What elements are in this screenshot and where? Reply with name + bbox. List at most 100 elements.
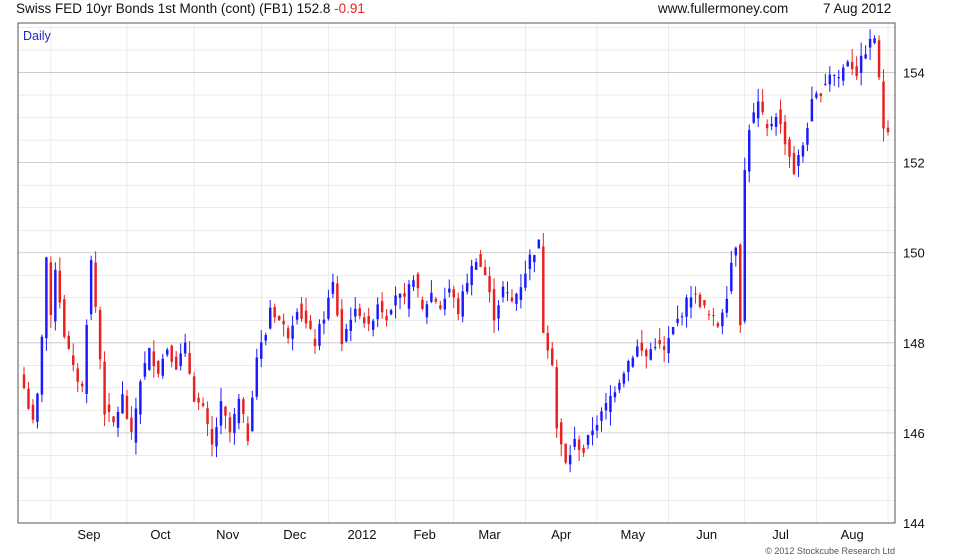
x-tick-label: Sep [77,527,100,542]
candle-body [80,383,84,387]
candle-body [139,381,142,415]
candle-body [264,334,267,341]
candle-body [362,317,366,324]
candle-body [667,338,670,354]
candle-body [197,397,200,403]
candle-body [524,273,527,288]
candle-body [640,342,644,351]
candle-body [519,287,523,300]
candle-body [304,310,308,324]
candle-body [206,408,209,424]
candle-body [286,328,290,339]
candle-body [228,417,232,433]
candle-body [170,345,173,362]
candle-body [416,273,420,289]
x-tick-label: 2012 [348,527,377,542]
y-tick-label: 150 [903,246,925,261]
candle-body [774,116,778,127]
x-tick-label: Aug [841,527,864,542]
candle-body [788,139,791,157]
candle-body [528,254,532,269]
candle-body [631,357,635,367]
candle-body [224,406,227,416]
candle-body [412,280,415,288]
candle-body [143,363,147,377]
candle-body [398,293,402,298]
candle-body [600,411,603,421]
y-tick-label: 152 [903,156,925,171]
candle-body [703,299,706,306]
candle-body [22,374,26,388]
candle-body [591,430,594,436]
candle-body [662,346,666,351]
candle-body [76,368,79,382]
candle-body [174,356,178,370]
candle-body [322,319,326,324]
candle-body [797,154,800,166]
candle-body [380,301,384,313]
candle-body [559,422,563,445]
candle-body [215,427,218,447]
candle-body [685,297,688,317]
copyright: © 2012 Stockcube Research Ltd [765,546,895,556]
candle-body [63,299,66,337]
candle-body [121,394,124,414]
candle-body [309,320,312,329]
candle-body [850,62,854,70]
candle-body [58,270,62,303]
candle-body [810,99,814,122]
x-tick-label: Dec [283,527,307,542]
candle-body [72,355,75,366]
candle-body [846,61,849,67]
candle-body [385,315,388,321]
candle-body [833,74,836,76]
candle-body [192,376,196,402]
candle-body [291,325,294,339]
candle-body [98,309,102,360]
candle-body [618,382,621,390]
candle-body [577,439,581,451]
candle-body [331,281,335,294]
candle-body [819,93,823,97]
x-tick-label: Apr [551,527,572,542]
candle-body [515,293,518,304]
candle-body [680,316,684,318]
candle-body [157,360,160,374]
candle-body [152,351,156,367]
candle-body [542,246,545,333]
candle-body [273,306,276,318]
candle-body [233,413,236,433]
candle-body [439,305,442,309]
candle-body [568,455,572,465]
candle-body [371,320,375,330]
candle-body [582,447,585,453]
y-tick-label: 146 [903,426,925,441]
x-tick-label: Oct [150,527,171,542]
candle-body [246,423,250,442]
candle-body [801,145,805,157]
candle-body [546,332,550,351]
candle-body [300,303,303,319]
y-tick-label: 154 [903,66,925,81]
candle-body [45,257,48,339]
candle-body [882,81,885,129]
x-tick-label: Feb [413,527,435,542]
candle-body [721,312,724,327]
candle-body [653,347,657,349]
candle-body [501,286,505,298]
candle-body [497,305,500,319]
candle-body [676,318,679,323]
candle-body [689,297,693,308]
candle-body [698,294,702,307]
candle-body [877,40,881,78]
candle-body [318,324,321,346]
candle-body [349,319,353,331]
candle-body [430,292,433,302]
candle-body [743,170,746,322]
candle-body [260,342,263,359]
plot-frame [17,22,896,524]
candle-body [376,304,379,320]
candle-body [649,349,652,360]
candle-body [268,307,272,329]
candle-body [483,267,487,276]
